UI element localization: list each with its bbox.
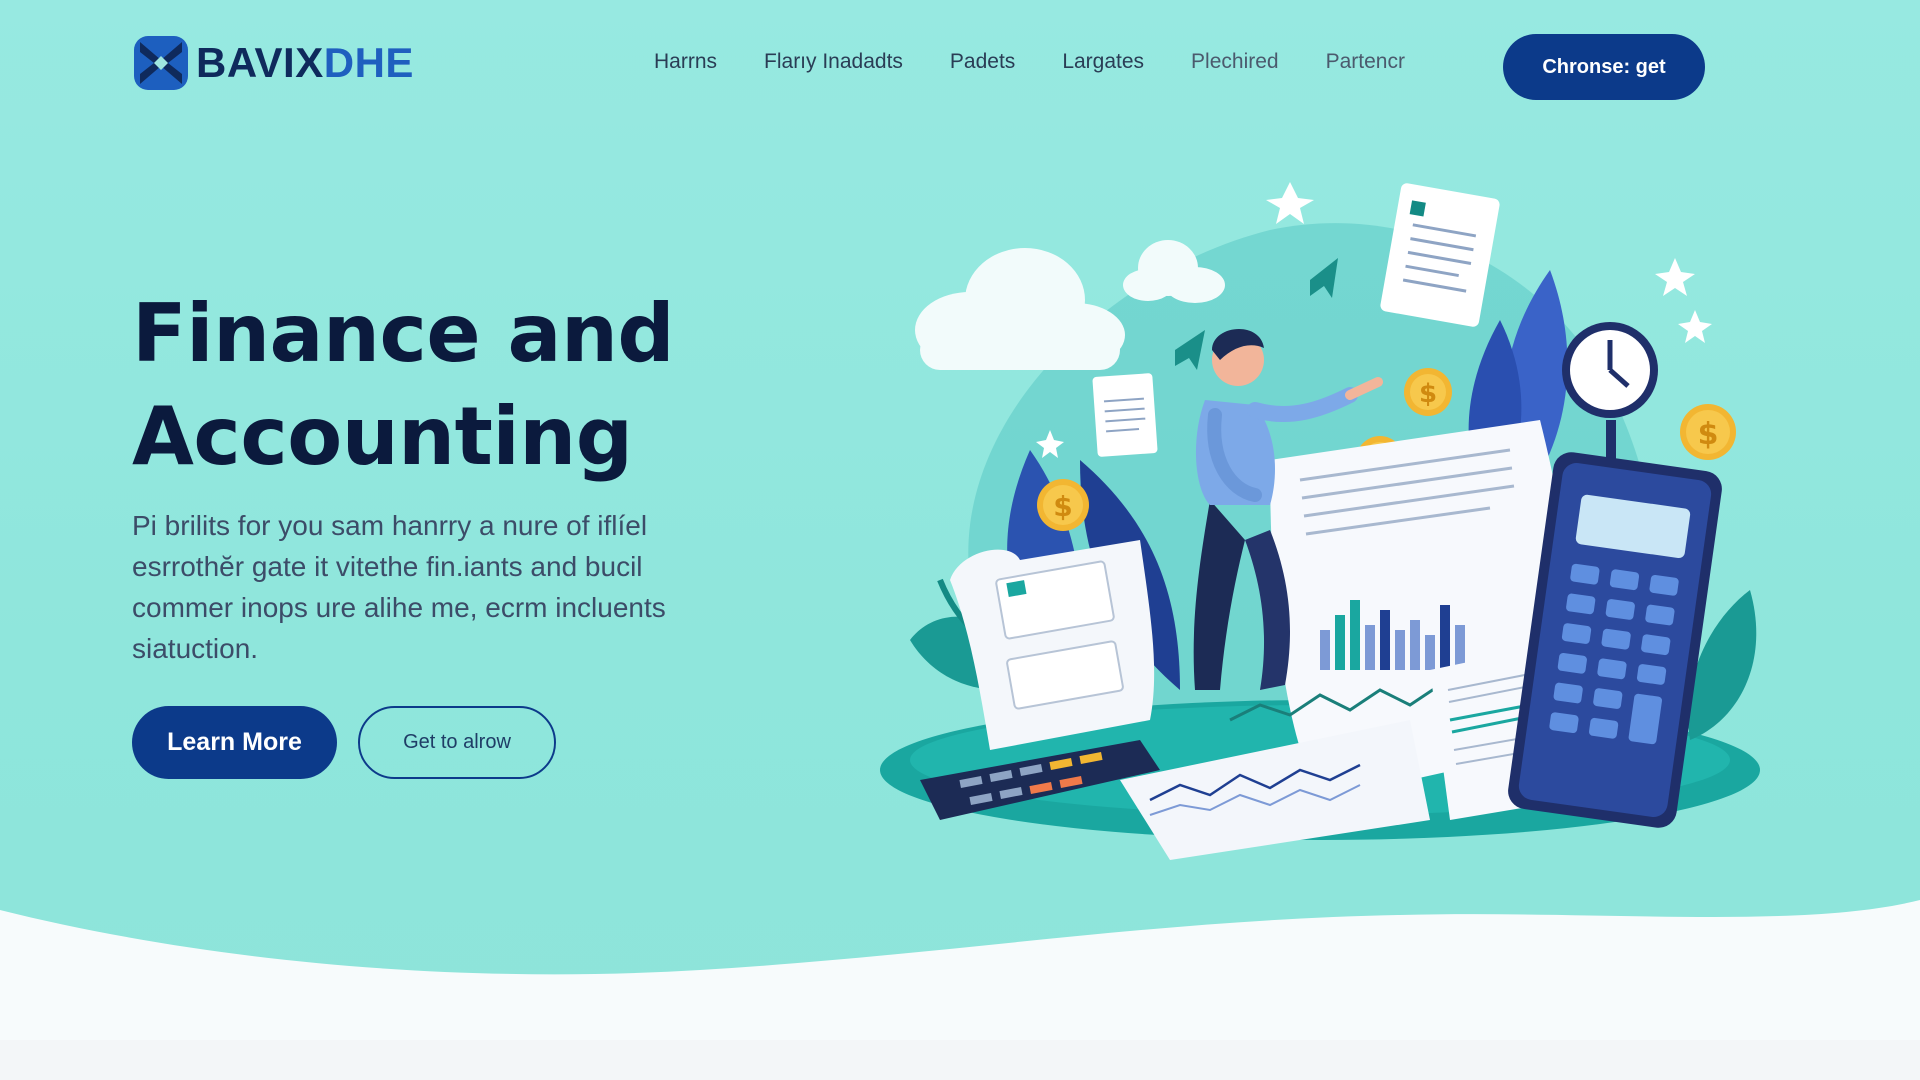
- learn-more-button[interactable]: Learn More: [132, 706, 337, 779]
- finance-illustration: $ $ $ $: [880, 182, 1760, 860]
- brand-name: BAVIXDHE: [196, 39, 414, 87]
- nav-item-6[interactable]: Partencr: [1326, 50, 1405, 74]
- nav-item-5[interactable]: Plechired: [1191, 50, 1279, 74]
- brand-logo[interactable]: BAVIXDHE: [132, 34, 414, 92]
- hero-title-line2: Accounting: [132, 390, 633, 483]
- main-nav: Harrns Flarıy Inadadts Padets Largates P…: [654, 50, 1405, 74]
- bottom-wave: [0, 900, 1920, 1080]
- nav-item-4[interactable]: Largates: [1062, 50, 1144, 74]
- header: BAVIXDHE Harrns Flarıy Inadadts Padets L…: [0, 0, 1920, 135]
- logo-mark-icon: [134, 36, 188, 90]
- brand-name-part1: BAVIX: [196, 39, 324, 86]
- cloud-small-icon: [1123, 240, 1225, 303]
- svg-text:$: $: [1698, 417, 1719, 452]
- hero-title-line1: Finance and: [132, 287, 675, 380]
- nav-item-3[interactable]: Padets: [950, 50, 1015, 74]
- nav-item-1[interactable]: Harrns: [654, 50, 717, 74]
- svg-text:$: $: [1419, 379, 1437, 409]
- hero-title: Finance and Accounting: [132, 282, 675, 488]
- brand-name-part2: DHE: [323, 39, 414, 86]
- nav-item-2[interactable]: Flarıy Inadadts: [764, 50, 903, 74]
- cloud-icon: [915, 248, 1125, 370]
- page-background: BAVIXDHE Harrns Flarıy Inadadts Padets L…: [0, 0, 1920, 1080]
- secondary-cta-button[interactable]: Get to alrow: [358, 706, 556, 779]
- receipt-icon: [950, 540, 1155, 750]
- svg-text:$: $: [1053, 490, 1072, 523]
- small-document-icon: [1092, 373, 1158, 457]
- header-cta-button[interactable]: Chronse: get: [1503, 34, 1705, 100]
- hero-description: Pi brilits for you sam hanrry a nure of …: [132, 510, 666, 664]
